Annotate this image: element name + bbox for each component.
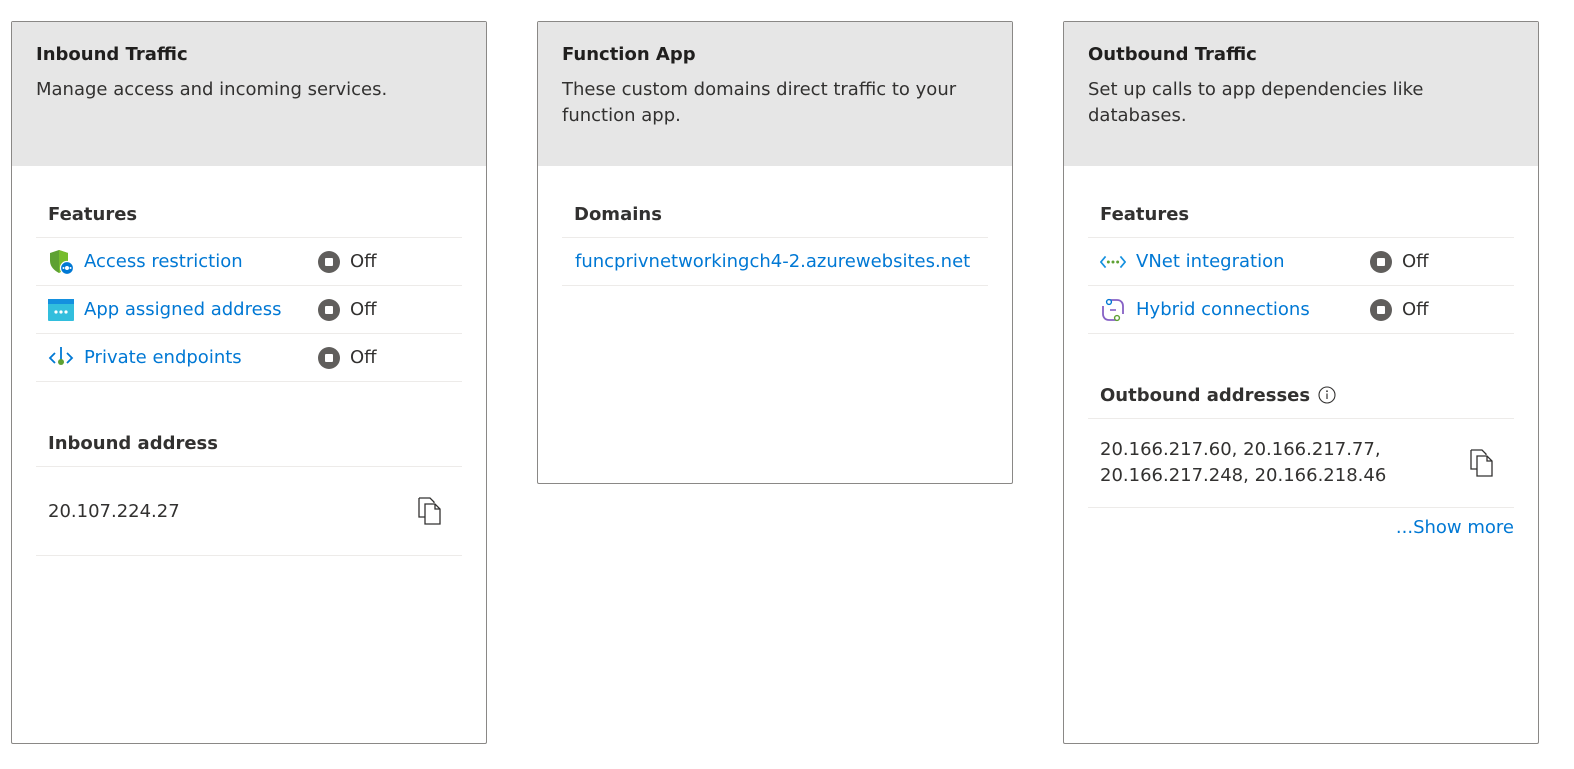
inbound-traffic-card: Inbound Traffic Manage access and incomi… [11, 21, 487, 744]
outbound-addresses-value: 20.166.217.60, 20.166.217.77, 20.166.217… [1100, 437, 1386, 489]
feature-row-private-endpoints: Private endpoints Off [36, 334, 462, 382]
card-body: Features VNet integration Off Hybrid con… [1064, 166, 1538, 538]
status-indicator: Off [318, 298, 377, 321]
status-off-icon [1370, 250, 1392, 273]
outbound-addresses-heading: Outbound addresses [1088, 384, 1514, 419]
status-indicator: Off [1370, 250, 1429, 273]
outbound-traffic-card: Outbound Traffic Set up calls to app dep… [1063, 21, 1539, 744]
status-off-icon [1370, 298, 1392, 321]
domain-link[interactable]: funcprivnetworkingch4-2.azurewebsites.ne… [562, 238, 988, 286]
card-description: Set up calls to app dependencies like da… [1088, 79, 1424, 126]
inbound-address-heading: Inbound address [36, 432, 462, 467]
status-indicator: Off [1370, 298, 1429, 321]
status-text: Off [350, 251, 377, 272]
hybrid-connection-icon [1100, 297, 1126, 323]
app-assigned-address-link[interactable]: App assigned address [84, 299, 318, 320]
feature-row-access-restriction: Access restriction Off [36, 238, 462, 286]
status-off-icon [318, 298, 340, 321]
hybrid-connections-link[interactable]: Hybrid connections [1136, 299, 1370, 320]
card-body: Domains funcprivnetworkingch4-2.azureweb… [538, 166, 1012, 286]
card-title: Function App [562, 44, 696, 65]
card-title: Outbound Traffic [1088, 44, 1257, 65]
card-description: These custom domains direct traffic to y… [562, 79, 957, 126]
show-more-link[interactable]: ...Show more [1088, 517, 1514, 538]
card-header: Inbound Traffic Manage access and incomi… [12, 22, 486, 166]
private-endpoint-icon [48, 345, 74, 371]
card-description: Manage access and incoming services. [36, 79, 388, 100]
function-app-card: Function App These custom domains direct… [537, 21, 1013, 484]
outbound-addresses-label: Outbound addresses [1100, 384, 1311, 406]
card-body: Features Access restriction Off App assi… [12, 166, 486, 556]
status-text: Off [350, 299, 377, 320]
vnet-integration-link[interactable]: VNet integration [1136, 251, 1370, 272]
inbound-address-row: 20.107.224.27 [36, 467, 462, 556]
features-heading: Features [1088, 203, 1514, 238]
status-indicator: Off [318, 346, 377, 369]
access-restriction-link[interactable]: Access restriction [84, 251, 318, 272]
status-text: Off [1402, 299, 1429, 320]
vnet-icon [1100, 249, 1126, 275]
outbound-addresses-line: 20.166.217.60, 20.166.217.77, [1100, 439, 1381, 460]
domains-heading: Domains [562, 203, 988, 238]
info-icon[interactable] [1318, 386, 1336, 404]
copy-icon[interactable] [1468, 449, 1496, 477]
card-header: Function App These custom domains direct… [538, 22, 1012, 166]
status-text: Off [350, 347, 377, 368]
status-off-icon [318, 346, 340, 369]
feature-row-vnet-integration: VNet integration Off [1088, 238, 1514, 286]
status-indicator: Off [318, 250, 377, 273]
card-title: Inbound Traffic [36, 44, 188, 65]
features-heading: Features [36, 203, 462, 238]
copy-icon[interactable] [416, 497, 444, 525]
status-off-icon [318, 250, 340, 273]
inbound-address-value: 20.107.224.27 [48, 500, 180, 522]
ip-address-icon [48, 297, 74, 323]
shield-icon [48, 249, 74, 275]
outbound-addresses-row: 20.166.217.60, 20.166.217.77, 20.166.217… [1088, 419, 1514, 508]
card-header: Outbound Traffic Set up calls to app dep… [1064, 22, 1538, 166]
feature-row-app-assigned-address: App assigned address Off [36, 286, 462, 334]
outbound-addresses-line: 20.166.217.248, 20.166.218.46 [1100, 465, 1387, 486]
status-text: Off [1402, 251, 1429, 272]
feature-row-hybrid-connections: Hybrid connections Off [1088, 286, 1514, 334]
private-endpoints-link[interactable]: Private endpoints [84, 347, 318, 368]
